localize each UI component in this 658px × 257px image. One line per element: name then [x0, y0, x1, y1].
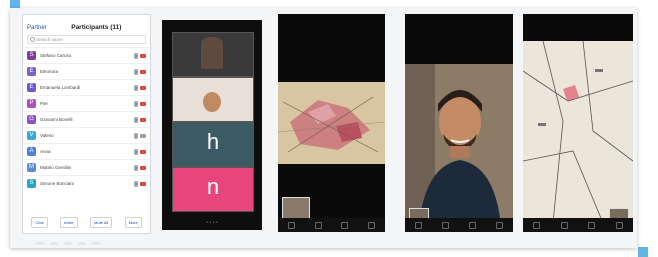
microphone-icon — [134, 164, 138, 171]
participant-actions: Chat Invite Mute All More — [23, 217, 150, 228]
participants-header: Partner Participants (11) — [23, 22, 150, 33]
participant-row[interactable]: E Eleonora — [23, 63, 150, 79]
back-button[interactable]: Partner — [27, 25, 47, 31]
microphone-icon — [134, 116, 138, 123]
nav-bar — [278, 218, 385, 232]
participant-name: Eleonora — [40, 69, 59, 74]
participant-row[interactable]: M Matteo Gentilini — [23, 159, 150, 175]
avatar: E — [27, 83, 36, 92]
page-indicator: • • • • — [206, 220, 218, 226]
video-camera-icon — [140, 133, 146, 138]
participants-title: Participants (11) — [71, 24, 122, 31]
caption-placeholder — [36, 242, 100, 245]
status-bar — [278, 14, 385, 24]
avatar: S — [27, 179, 36, 188]
participant-name: Matteo Gentilini — [40, 165, 72, 170]
video-tile[interactable] — [172, 32, 254, 77]
participant-name: Pier — [40, 101, 49, 106]
speaker-video — [405, 64, 513, 226]
participant-row[interactable]: G Giovanni Bonelli — [23, 111, 150, 127]
mute-all-button[interactable]: Mute All — [90, 217, 113, 228]
video-camera-icon — [140, 69, 146, 74]
zoomed-map-view — [523, 40, 633, 224]
video-camera-icon — [140, 181, 146, 186]
video-tile[interactable] — [172, 77, 254, 122]
avatar: A — [27, 147, 36, 156]
participant-name: Valerio — [40, 133, 54, 138]
microphone-icon — [134, 52, 138, 59]
participant-list: S Stefano Caruso E Eleonora E Emanuela Lombar… — [23, 47, 150, 191]
avatar-letter: h — [206, 129, 220, 154]
chat-button[interactable]: Chat — [31, 217, 48, 228]
nav-bar — [405, 218, 513, 232]
video-tile[interactable]: h — [172, 122, 254, 167]
gallery-top-bar — [162, 20, 262, 30]
participant-name: Anna — [40, 149, 51, 154]
participant-row[interactable]: E Emanuela Lombardi — [23, 79, 150, 95]
microphone-icon — [134, 100, 138, 107]
map-drawing — [523, 40, 633, 224]
microphone-icon — [134, 148, 138, 155]
avatar: P — [27, 99, 36, 108]
participant-name: Emanuela Lombardi — [40, 85, 81, 90]
participants-phone: Partner Participants (11) Search name SS… — [22, 14, 151, 234]
avatar-letter: n — [206, 174, 220, 199]
microphone-icon — [134, 84, 138, 91]
participant-row[interactable]: P Pier — [23, 95, 150, 111]
participant-photo — [203, 92, 221, 112]
video-camera-icon — [140, 85, 146, 90]
invite-button[interactable]: Invite — [60, 217, 78, 228]
participant-photo — [201, 37, 223, 69]
video-tile[interactable]: n — [172, 167, 254, 212]
microphone-icon — [134, 68, 138, 75]
participant-name: Giovanni Bonelli — [40, 117, 73, 122]
video-camera-icon — [140, 53, 146, 58]
nav-bar — [523, 218, 633, 232]
participant-row[interactable]: V Valerio — [23, 127, 150, 143]
avatar: V — [27, 131, 36, 140]
speaker-phone — [405, 14, 513, 232]
avatar: G — [27, 115, 36, 124]
participant-row[interactable]: S Stefano Caruso — [23, 47, 150, 63]
status-bar — [23, 15, 150, 22]
participant-name: Stefano Caruso — [40, 53, 72, 58]
participant-name: Simone Bonciani — [40, 181, 74, 186]
microphone-icon — [134, 132, 138, 139]
video-camera-icon — [140, 101, 146, 106]
avatar: E — [27, 67, 36, 76]
video-camera-icon — [140, 165, 146, 170]
avatar: S — [27, 51, 36, 60]
participant-row[interactable]: A Anna — [23, 143, 150, 159]
corner-accent-bottom-right — [638, 247, 648, 257]
search-input[interactable]: Search name — [27, 35, 146, 44]
shared-map-view — [278, 82, 385, 164]
self-view-thumbnail[interactable] — [282, 197, 310, 219]
avatar: M — [27, 163, 36, 172]
more-button[interactable]: More — [124, 217, 142, 228]
gallery-phone: h n • • • • — [162, 20, 262, 230]
shared-map-phone — [278, 14, 385, 232]
video-camera-icon — [140, 117, 146, 122]
video-camera-icon — [140, 149, 146, 154]
map-zoom-phone — [523, 14, 633, 232]
participant-row[interactable]: S Simone Bonciani — [23, 175, 150, 191]
microphone-icon — [134, 180, 138, 187]
status-bar — [405, 14, 513, 24]
map-drawing — [278, 82, 385, 164]
speaker-figure — [405, 64, 513, 226]
